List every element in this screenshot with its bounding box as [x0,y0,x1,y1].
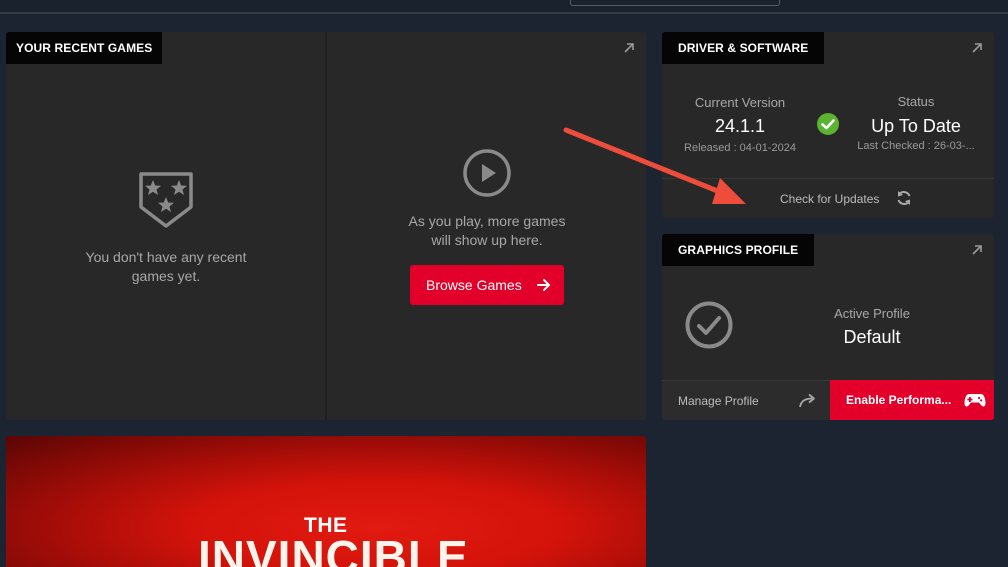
profile-check-icon [685,301,733,349]
manage-profile-label: Manage Profile [678,394,759,408]
driver-software-title: DRIVER & SOFTWARE [662,32,825,64]
annotation-arrow [563,127,746,204]
status-value: Up To Date [871,116,961,136]
top-search-box[interactable] [570,0,780,6]
refresh-icon[interactable] [894,188,914,208]
play-more-games-text: As you play, more games will show up her… [408,213,566,248]
expand-icon[interactable] [622,41,636,55]
gamepad-icon [964,394,986,407]
expand-icon[interactable] [970,243,984,257]
browse-games-label: Browse Games [426,277,522,293]
panel-divider [325,32,327,420]
banner-title-text: INVINCIBLE [198,531,469,567]
graphics-profile-title: GRAPHICS PROFILE [662,234,815,266]
recent-games-title: YOUR RECENT GAMES [6,32,163,64]
last-checked: Last Checked : 26-03-... [857,140,975,152]
top-bar [0,0,1008,14]
manage-profile-button[interactable]: Manage Profile [662,380,830,420]
current-version-label: Current Version [694,95,786,110]
enable-performance-button[interactable]: Enable Performa... [830,380,994,420]
browse-games-button[interactable]: Browse Games [410,265,564,305]
active-profile-value: Default [843,327,901,347]
game-banner[interactable]: THE INVINCIBLE [6,436,646,567]
expand-icon[interactable] [970,41,984,55]
arrow-right-icon [537,279,550,291]
status-label: Status [897,94,935,109]
status-check-icon [817,113,839,135]
recent-games-panel: YOUR RECENT GAMES You don't have any rec… [6,32,646,420]
shield-stars-icon [139,172,193,228]
play-circle-icon [463,149,511,197]
graphics-profile-panel: GRAPHICS PROFILE Active Profile Default … [662,234,994,420]
check-for-updates-button[interactable]: Check for Updates [780,192,879,206]
no-recent-games-text: You don't have any recent games yet. [85,249,247,284]
forward-arrow-icon [799,393,815,408]
active-profile-label: Active Profile [834,306,910,321]
enable-performance-label: Enable Performa... [846,393,952,407]
